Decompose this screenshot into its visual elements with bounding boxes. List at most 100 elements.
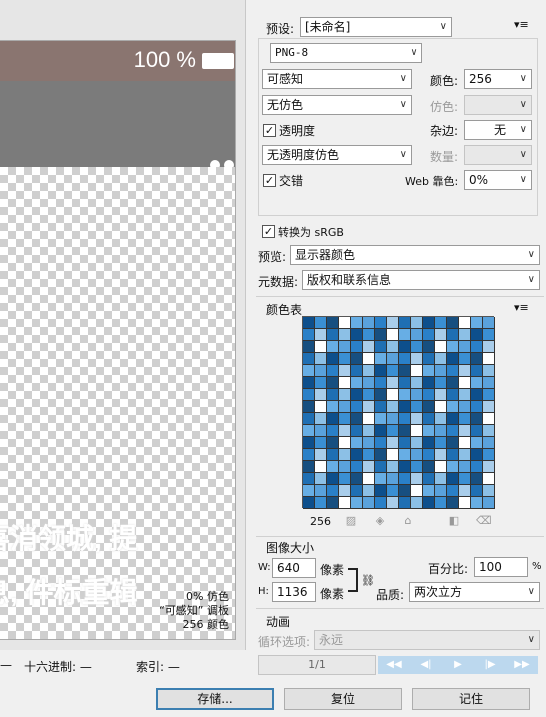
palette-swatch[interactable] — [435, 449, 447, 461]
palette-swatch[interactable] — [303, 473, 315, 485]
palette-swatch[interactable] — [423, 317, 435, 329]
palette-swatch[interactable] — [471, 485, 483, 497]
palette-swatch[interactable] — [339, 341, 351, 353]
palette-swatch[interactable] — [411, 377, 423, 389]
image-preview[interactable]: 100 % 喜消领城, 提 息, 件标重辑 — [0, 40, 236, 640]
palette-swatch[interactable] — [471, 449, 483, 461]
palette-swatch[interactable] — [459, 413, 471, 425]
palette-swatch[interactable] — [351, 449, 363, 461]
palette-swatch[interactable] — [483, 461, 495, 473]
palette-swatch[interactable] — [435, 377, 447, 389]
palette-swatch[interactable] — [423, 341, 435, 353]
palette-swatch[interactable] — [387, 497, 399, 509]
palette-swatch[interactable] — [315, 365, 327, 377]
palette-swatch[interactable] — [483, 497, 495, 509]
height-input[interactable]: 1136 — [272, 582, 316, 602]
palette-swatch[interactable] — [363, 377, 375, 389]
palette-swatch[interactable] — [363, 461, 375, 473]
palette-swatch[interactable] — [339, 377, 351, 389]
palette-swatch[interactable] — [483, 353, 495, 365]
palette-swatch[interactable] — [375, 425, 387, 437]
color-reduction-dropdown[interactable]: 可感知 ∨ — [262, 69, 412, 89]
palette-swatch[interactable] — [351, 401, 363, 413]
map-color-to-transparent-icon[interactable]: ▨ — [345, 515, 357, 527]
palette-swatch[interactable] — [471, 317, 483, 329]
play-icon[interactable]: ▶ — [442, 656, 474, 674]
palette-swatch[interactable] — [411, 497, 423, 509]
palette-swatch[interactable] — [327, 377, 339, 389]
palette-swatch[interactable] — [315, 485, 327, 497]
palette-swatch[interactable] — [375, 317, 387, 329]
palette-swatch[interactable] — [327, 341, 339, 353]
palette-swatch[interactable] — [447, 353, 459, 365]
palette-swatch[interactable] — [411, 329, 423, 341]
palette-swatch[interactable] — [387, 341, 399, 353]
palette-swatch[interactable] — [387, 485, 399, 497]
dither-dropdown[interactable]: 无仿色 ∨ — [262, 95, 412, 115]
palette-swatch[interactable] — [411, 365, 423, 377]
colors-combobox[interactable]: 256 ∨ — [464, 69, 532, 89]
palette-swatch[interactable] — [483, 377, 495, 389]
palette-swatch[interactable] — [387, 413, 399, 425]
palette-swatch[interactable] — [411, 461, 423, 473]
palette-swatch[interactable] — [471, 353, 483, 365]
palette-swatch[interactable] — [339, 413, 351, 425]
palette-swatch[interactable] — [435, 317, 447, 329]
palette-swatch[interactable] — [399, 401, 411, 413]
palette-swatch[interactable] — [315, 317, 327, 329]
palette-swatch[interactable] — [387, 329, 399, 341]
palette-swatch[interactable] — [447, 329, 459, 341]
palette-swatch[interactable] — [411, 485, 423, 497]
palette-swatch[interactable] — [483, 449, 495, 461]
palette-swatch[interactable] — [327, 461, 339, 473]
palette-swatch[interactable] — [303, 389, 315, 401]
palette-swatch[interactable] — [339, 449, 351, 461]
palette-swatch[interactable] — [459, 341, 471, 353]
palette-swatch[interactable] — [303, 449, 315, 461]
palette-swatch[interactable] — [435, 389, 447, 401]
color-table-grid[interactable] — [302, 316, 495, 509]
palette-swatch[interactable] — [327, 353, 339, 365]
convert-srgb-checkbox[interactable]: ✓ — [262, 225, 275, 238]
palette-swatch[interactable] — [387, 401, 399, 413]
palette-swatch[interactable] — [387, 377, 399, 389]
palette-swatch[interactable] — [447, 389, 459, 401]
palette-swatch[interactable] — [363, 365, 375, 377]
palette-swatch[interactable] — [459, 497, 471, 509]
remember-button[interactable]: 记住 — [412, 688, 530, 710]
palette-swatch[interactable] — [423, 401, 435, 413]
palette-swatch[interactable] — [399, 413, 411, 425]
new-color-icon[interactable]: ◧ — [448, 515, 460, 527]
palette-swatch[interactable] — [423, 461, 435, 473]
palette-swatch[interactable] — [411, 413, 423, 425]
palette-swatch[interactable] — [423, 449, 435, 461]
web-snap-field[interactable]: 0% ∨ — [464, 170, 532, 190]
palette-swatch[interactable] — [399, 485, 411, 497]
palette-swatch[interactable] — [375, 401, 387, 413]
palette-swatch[interactable] — [303, 401, 315, 413]
palette-swatch[interactable] — [375, 485, 387, 497]
palette-swatch[interactable] — [327, 473, 339, 485]
previous-frame-icon[interactable]: ◀| — [410, 656, 442, 674]
palette-swatch[interactable] — [303, 461, 315, 473]
palette-swatch[interactable] — [315, 413, 327, 425]
lock-color-icon[interactable]: ⌂ — [402, 515, 414, 527]
palette-swatch[interactable] — [327, 449, 339, 461]
palette-swatch[interactable] — [435, 329, 447, 341]
palette-swatch[interactable] — [435, 425, 447, 437]
palette-swatch[interactable] — [327, 413, 339, 425]
palette-swatch[interactable] — [339, 437, 351, 449]
palette-swatch[interactable] — [303, 353, 315, 365]
palette-swatch[interactable] — [411, 353, 423, 365]
palette-swatch[interactable] — [459, 353, 471, 365]
palette-swatch[interactable] — [303, 329, 315, 341]
palette-swatch[interactable] — [399, 437, 411, 449]
palette-swatch[interactable] — [459, 473, 471, 485]
palette-swatch[interactable] — [363, 389, 375, 401]
link-icon[interactable]: ⛓ — [361, 574, 375, 587]
palette-swatch[interactable] — [471, 497, 483, 509]
palette-swatch[interactable] — [411, 449, 423, 461]
palette-swatch[interactable] — [483, 317, 495, 329]
palette-swatch[interactable] — [483, 401, 495, 413]
palette-swatch[interactable] — [399, 341, 411, 353]
